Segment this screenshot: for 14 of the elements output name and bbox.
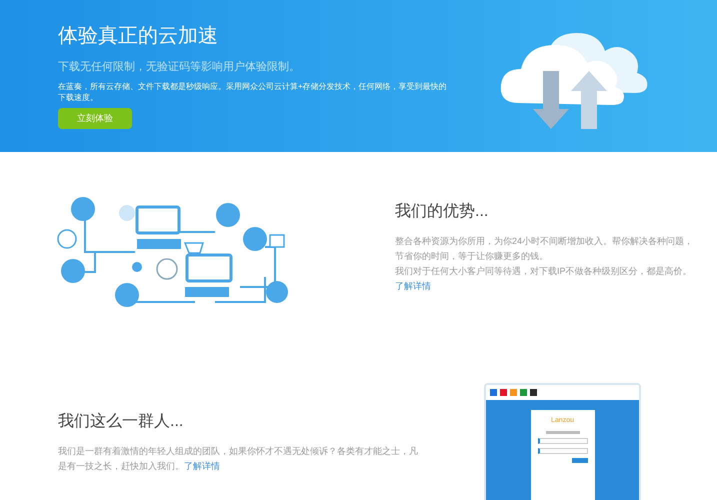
learn-more-link[interactable]: 了解详情	[395, 281, 431, 291]
hero-title: 体验真正的云加速	[58, 24, 219, 50]
body-text: 整合各种资源为你所用，为你24小时不间断增加收入。帮你解决各种问题，节省你的时间，等于让你赚更多的钱。	[395, 235, 694, 263]
section-title: 我们这么一群人...	[58, 412, 184, 432]
body-text: 我们对于任何大小客户同等待遇，对下载IP不做各种级别区分，都是高价。 了解详情	[395, 265, 693, 293]
input-field	[538, 438, 588, 444]
body-text: 我们是一群有着激情的年轻人组成的团队，如果你怀才不遇无处倾诉？各类有才能之士，凡是有一技之长，赶快加入我们。了解详情	[58, 445, 419, 473]
hero-description: 在蓝奏，所有云存储、文件下载都是秒级响应。采用网众公司云计算+存储分发技术，任何网络，享受到最快的下载速度。	[58, 80, 448, 103]
hero-subtitle: 下载无任何限制，无验证码等影响用户体验限制。	[58, 60, 301, 76]
section-title: 我们的优势...	[395, 202, 490, 222]
try-now-button[interactable]: 立刻体验	[58, 108, 132, 129]
input-field	[538, 448, 588, 454]
login-bar	[572, 458, 588, 462]
learn-more-link[interactable]: 了解详情	[184, 461, 220, 471]
